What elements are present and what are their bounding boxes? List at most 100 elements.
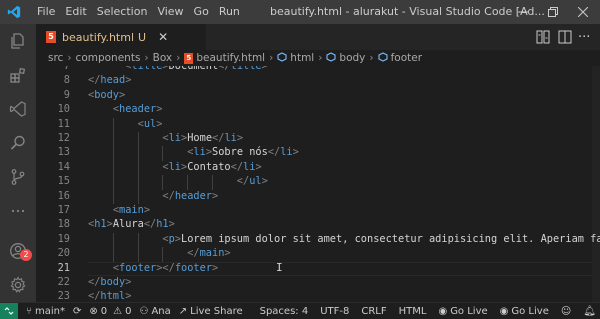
more-icon[interactable]	[0, 196, 36, 226]
menu-bar: File Edit Selection View Go Run	[32, 0, 245, 24]
breadcrumb-footer[interactable]: footer	[391, 52, 422, 64]
breadcrumb-src[interactable]: src	[48, 52, 63, 64]
open-bracket: </	[88, 290, 101, 302]
chevron-right-icon: ›	[369, 52, 374, 64]
settings-gear-icon[interactable]	[0, 270, 36, 300]
menu-view[interactable]: View	[152, 0, 188, 24]
tab-beautify-html[interactable]: 5 beautify.html U ✕	[36, 24, 206, 50]
problems-status[interactable]: ⊗ 0 ⚠ 0	[89, 306, 131, 317]
html5-icon: 5	[46, 31, 56, 43]
indent-guide	[162, 146, 164, 161]
close-tag-name: li	[243, 160, 256, 173]
line-number: 23	[57, 290, 70, 302]
menu-file[interactable]: File	[32, 0, 60, 24]
code-line: </html>	[88, 290, 131, 302]
remote-indicator-icon[interactable]	[0, 302, 18, 319]
explorer-icon[interactable]	[0, 26, 36, 56]
indent-guide	[112, 132, 114, 147]
code-line: <li>Contato</li>	[88, 160, 262, 173]
breadcrumb-body[interactable]: body	[339, 52, 365, 64]
encoding-status[interactable]: UTF-8	[320, 306, 349, 317]
close-window-icon[interactable]	[568, 0, 598, 24]
line-number: 10	[57, 103, 70, 116]
open-tag-name: ul	[143, 117, 157, 130]
line-number: 9	[63, 88, 70, 101]
status-bar: ⑂ main* ⟳ ⊗ 0 ⚠ 0 ⚇ Ana ↗ Live Share Spa…	[0, 302, 600, 319]
code-line: <header>	[88, 103, 163, 115]
source-control-icon[interactable]	[0, 162, 36, 192]
indent-guide	[162, 247, 164, 262]
close-bracket: >	[255, 160, 262, 173]
notifications-bell-icon[interactable]: 🔔︎	[583, 306, 596, 317]
restore-icon[interactable]	[538, 0, 568, 24]
line-number: 11	[57, 117, 70, 130]
open-bracket: >	[224, 247, 231, 260]
open-bracket: >	[212, 189, 219, 202]
close-bracket: >	[292, 146, 299, 159]
indent-guide	[137, 189, 139, 204]
open-tag-name: li	[168, 132, 182, 144]
breadcrumb-html[interactable]: html	[290, 52, 314, 64]
split-editor-icon[interactable]	[558, 24, 572, 50]
indent-guide	[112, 232, 114, 248]
sync-icon[interactable]: ⟳	[73, 306, 81, 317]
notification-badge: 2	[20, 249, 32, 261]
remote-explorer-icon[interactable]	[0, 94, 36, 124]
code-line: <li>Home</li>	[88, 132, 243, 144]
close-tag-name: footer	[174, 261, 213, 274]
close-tab-icon[interactable]: ✕	[158, 30, 168, 44]
code-editor[interactable]: I 7 8 9 10 11 12 13 14 15 16 17 18 19 20 21 22 23 <title…	[36, 66, 600, 302]
code-line: </header>	[88, 190, 218, 202]
indentation-status[interactable]: Spaces: 4	[260, 306, 309, 317]
breadcrumb-file[interactable]: beautify.html	[196, 52, 265, 64]
open-bracket: </	[162, 189, 175, 202]
window-title: beautify.html - alurakut - Visual Studio…	[270, 5, 545, 18]
open-tag-name: html	[100, 290, 126, 302]
close-bracket: </	[218, 66, 231, 72]
breadcrumb-box[interactable]: Box	[153, 52, 173, 64]
indent-guide	[137, 146, 139, 161]
account-status[interactable]: ⚇ Ana	[140, 306, 171, 317]
open-bracket: </	[236, 175, 250, 188]
language-mode-status[interactable]: HTML	[399, 306, 427, 317]
close-bracket: >	[168, 218, 175, 231]
broadcast-icon: ◉	[438, 306, 448, 317]
close-bracket: >	[236, 132, 244, 144]
open-tag-name: footer	[119, 261, 157, 274]
open-tag-name: header	[174, 189, 213, 202]
chevron-right-icon: ›	[176, 52, 181, 64]
code-line: <li>Sobre nós</li>	[88, 146, 299, 158]
more-actions-icon[interactable]: ···	[578, 24, 590, 50]
breadcrumb-components[interactable]: components	[76, 52, 141, 64]
indent-guide	[112, 189, 114, 204]
live-share-status[interactable]: ↗ Live Share	[179, 306, 243, 317]
code-line: </body>	[88, 276, 131, 288]
branch-status[interactable]: ⑂ main*	[26, 306, 65, 317]
go-live-status-1[interactable]: ◉ Go Live	[438, 306, 487, 317]
element-symbol-icon	[326, 51, 336, 65]
account-name: Ana	[151, 305, 171, 317]
go-live-status-2[interactable]: ◉ Go Live	[500, 306, 549, 317]
open-bracket: >	[125, 74, 132, 87]
breadcrumb: src › components › Box › 5 beautify.html…	[36, 50, 600, 66]
line-number: 13	[57, 146, 70, 159]
error-count: 0	[100, 305, 108, 317]
line-number: 16	[57, 189, 70, 202]
indent-guide	[112, 117, 114, 132]
extensions-icon[interactable]	[0, 60, 36, 90]
menu-run[interactable]: Run	[214, 0, 245, 24]
vscode-logo-icon[interactable]	[2, 0, 26, 24]
scrollbar[interactable]	[592, 66, 600, 302]
minimize-icon[interactable]	[508, 0, 538, 24]
menu-edit[interactable]: Edit	[60, 0, 91, 24]
search-icon[interactable]	[0, 128, 36, 158]
compare-changes-icon[interactable]	[536, 24, 550, 50]
chevron-right-icon: ›	[144, 52, 149, 64]
menu-selection[interactable]: Selection	[92, 0, 153, 24]
menu-go[interactable]: Go	[189, 0, 214, 24]
feedback-icon[interactable]: ☺	[561, 306, 571, 317]
eol-status[interactable]: CRLF	[361, 306, 386, 317]
indent-guide	[162, 175, 164, 190]
text-cursor-icon: I	[276, 261, 283, 274]
indent-guide	[137, 132, 139, 147]
